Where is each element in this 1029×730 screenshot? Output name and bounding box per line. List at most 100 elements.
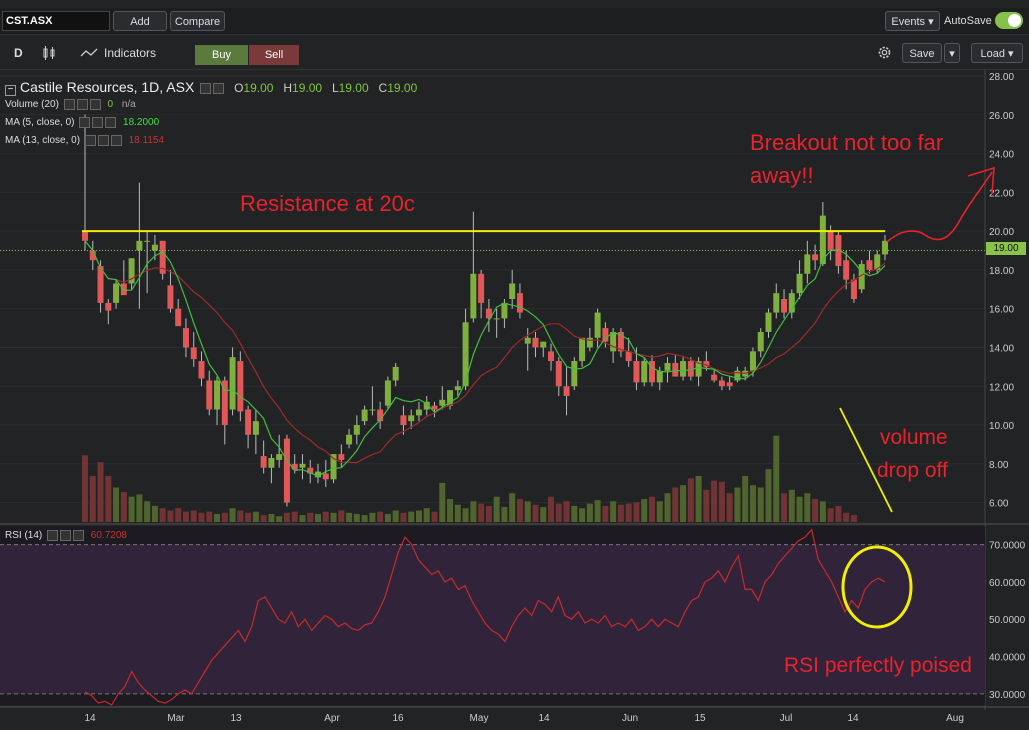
volume-bar [470,501,477,522]
candle-body [711,374,718,381]
candle-body [827,231,834,251]
save-menu-button[interactable]: ▾ [944,43,960,63]
candles-icon[interactable] [42,46,56,60]
volume-bar [788,489,795,522]
volume-settings-icon[interactable] [76,99,88,110]
candle-body [245,409,252,435]
autosave-toggle[interactable] [995,12,1023,29]
candle-body [850,279,857,299]
x-tick-label: Aug [946,713,964,724]
candle-body [501,302,508,319]
candle-body [206,380,213,410]
ma13-eye-icon[interactable] [84,135,96,146]
close-label: C [378,81,388,95]
ma13-legend-value: 18.1154 [128,135,164,147]
volume-bar [384,513,391,522]
candle-body [866,260,873,270]
volume-bar [617,504,624,522]
volume-eye-icon[interactable] [63,99,75,110]
candle-body [625,351,632,362]
volume-legend-extra: n/a [121,99,136,111]
volume-bar [252,511,259,522]
chart-legend-title-row: − Castile Resources, 1D, ASX O19.00 H19.0… [5,79,417,96]
volume-bar [462,508,469,522]
price-tick-label: 16.00 [989,305,1014,316]
volume-bar [548,496,555,522]
volume-close-icon[interactable] [89,99,101,110]
load-button[interactable]: Load ▾ [971,43,1023,63]
volume-bar [742,476,749,522]
volume-bar [113,487,120,522]
candle-body [198,361,205,379]
candle-body [260,456,267,468]
candle-body [369,409,376,411]
candle-body [167,285,174,309]
open-value: 19.00 [243,81,274,95]
rsi-eye-icon[interactable] [47,530,59,541]
volume-bar [509,493,516,522]
volume-bar [540,507,547,522]
volume-legend-label: Volume (20) [5,99,59,111]
compare-button[interactable]: Compare [170,11,225,31]
price-tick-label: 12.00 [989,382,1014,393]
add-button[interactable]: Add [113,11,167,31]
volume-bar [423,508,430,522]
chart-area[interactable]: 28.0026.0024.0022.0020.0018.0016.0014.00… [0,70,1029,730]
candle-body [229,357,236,410]
gear-icon[interactable] [876,44,893,61]
volume-bar [524,501,531,522]
x-tick-label: Mar [167,713,185,724]
collapse-icon[interactable]: − [5,85,16,96]
rsi-settings-icon[interactable] [60,530,72,541]
settings-icon[interactable] [200,82,212,94]
volume-bar [237,510,244,522]
x-tick-label: 16 [392,713,404,724]
volume-bar [400,512,407,522]
close-value: 19.00 [387,81,418,95]
candle-body [252,421,259,435]
close-icon[interactable] [213,82,225,94]
volume-bar [680,485,687,522]
interval-selector[interactable]: D [14,46,23,60]
x-tick-label: 15 [694,713,706,724]
candle-body [524,337,531,344]
candle-body [773,293,780,313]
volume-bar [516,499,523,522]
volume-bar [835,505,842,522]
volume-bar [415,510,422,522]
candle-body [555,361,562,387]
symbol-input[interactable]: CST.ASX [2,11,110,31]
candle-body [190,347,197,360]
candle-body [493,318,500,320]
candle-body [516,293,523,313]
volume-bar [369,512,376,522]
sell-button[interactable]: Sell [249,45,299,65]
high-label: H [283,81,293,95]
rsi-tick-label: 40.0000 [989,653,1026,664]
save-button[interactable]: Save [902,43,942,63]
indicators-button[interactable]: Indicators [104,46,156,60]
indicators-icon[interactable] [80,48,98,58]
price-tick-label: 28.00 [989,72,1014,83]
candle-body [353,425,360,435]
ma5-eye-icon[interactable] [79,117,91,128]
candle-body [571,361,578,387]
volume-bar [190,510,197,522]
rsi-legend-value: 60.7208 [90,530,127,542]
volume-bar [330,512,337,522]
rsi-close-icon[interactable] [73,530,85,541]
ma13-settings-icon[interactable] [97,135,109,146]
events-dropdown[interactable]: Events ▾ [885,11,940,31]
candle-body [144,240,151,242]
chart-toolbar: D Indicators Buy Sell Save ▾ Load ▾ [0,35,1029,70]
ma5-settings-icon[interactable] [92,117,104,128]
volume-bar [555,503,562,522]
volume-bar [804,493,811,522]
volume-bar [827,508,834,522]
candle-body [610,331,617,352]
volume-bar [687,478,694,522]
ma5-close-icon[interactable] [105,117,117,128]
volume-bar [594,500,601,522]
ma13-close-icon[interactable] [110,135,122,146]
buy-button[interactable]: Buy [195,45,248,65]
